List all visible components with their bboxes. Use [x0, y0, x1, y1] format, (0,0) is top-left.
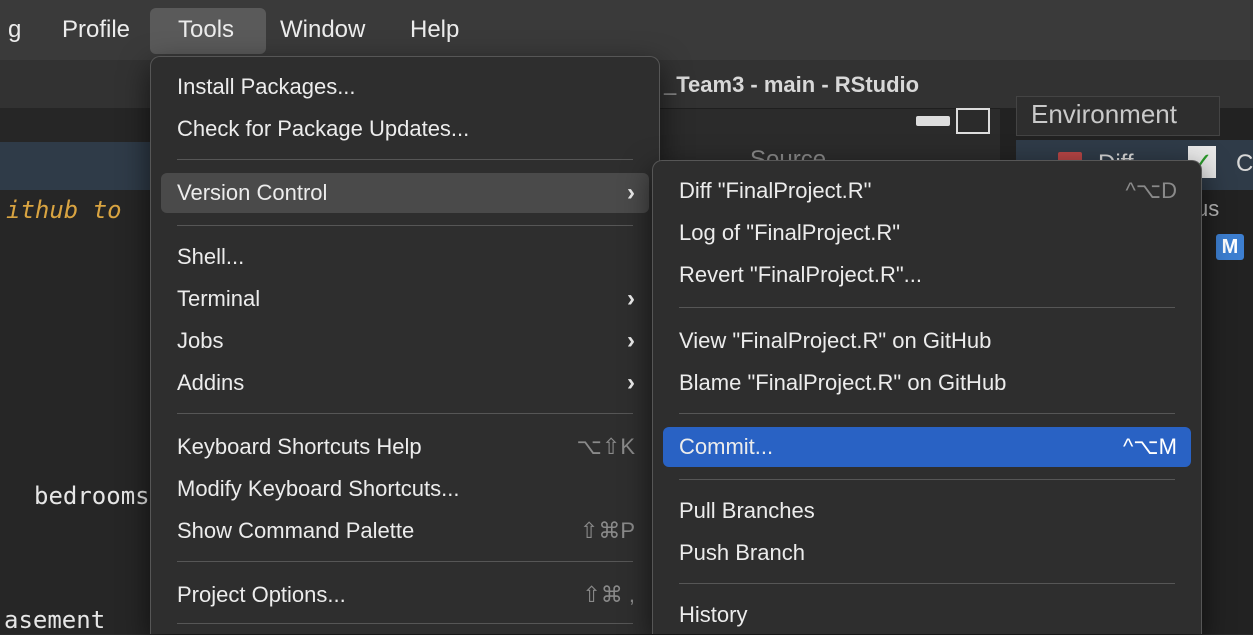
menu-separator — [679, 413, 1175, 414]
menu-item-label: Blame "FinalProject.R" on GitHub — [679, 370, 1007, 395]
menubar-item-profile[interactable]: Profile — [62, 0, 130, 56]
menu-item-jobs[interactable]: Jobs › — [161, 321, 649, 361]
menu-item-label: Log of "FinalProject.R" — [679, 220, 901, 245]
menu-bar: g Profile Tools Window Help — [0, 0, 1253, 60]
menu-item-shortcut: ^⌥D — [1125, 178, 1177, 203]
chevron-right-icon: › — [627, 369, 635, 396]
menu-item-history[interactable]: History — [663, 595, 1191, 635]
menu-separator — [177, 623, 633, 624]
menubar-item-debug[interactable]: g — [8, 0, 21, 56]
editor-toolbar — [0, 142, 150, 190]
menu-item-terminal[interactable]: Terminal › — [161, 279, 649, 319]
menu-item-show-command-palette[interactable]: Show Command Palette ⇧⌘P — [161, 511, 649, 551]
menu-item-push-branch[interactable]: Push Branch — [663, 533, 1191, 573]
menu-item-label: Terminal — [177, 286, 261, 311]
menu-separator — [177, 561, 633, 562]
maximize-pane-icon[interactable] — [956, 108, 990, 134]
menu-item-install-packages[interactable]: Install Packages... — [161, 67, 649, 107]
menu-item-label: Commit... — [679, 434, 774, 459]
menu-item-label: View "FinalProject.R" on GitHub — [679, 328, 992, 353]
menu-separator — [177, 225, 633, 226]
menu-item-diff[interactable]: Diff "FinalProject.R" ^⌥D — [663, 171, 1191, 211]
tab-environment[interactable]: Environment — [1016, 96, 1220, 136]
menu-item-label: Shell... — [177, 244, 245, 269]
menu-item-shortcut: ⇧⌘ , — [582, 582, 635, 607]
status-column-header: us — [1196, 196, 1220, 221]
chevron-right-icon: › — [627, 327, 635, 354]
menu-item-addins[interactable]: Addins › — [161, 363, 649, 403]
menu-item-keyboard-shortcuts-help[interactable]: Keyboard Shortcuts Help ⌥⇧K — [161, 427, 649, 467]
chevron-right-icon: › — [627, 285, 635, 312]
menu-separator — [679, 583, 1175, 584]
menu-item-label: Push Branch — [679, 540, 805, 565]
code-line-bedrooms: bedrooms — [34, 482, 150, 510]
menu-item-label: Pull Branches — [679, 498, 815, 523]
menubar-item-tools[interactable]: Tools — [178, 0, 234, 56]
menu-item-label: Addins — [177, 370, 245, 395]
menu-item-view-on-github[interactable]: View "FinalProject.R" on GitHub — [663, 321, 1191, 361]
menubar-item-help[interactable]: Help — [410, 0, 459, 56]
menu-item-check-package-updates[interactable]: Check for Package Updates... — [161, 109, 649, 149]
menu-item-commit[interactable]: Commit... ^⌥M — [663, 427, 1191, 467]
chevron-right-icon: › — [627, 179, 635, 206]
tools-menu: Install Packages... Check for Package Up… — [150, 56, 660, 634]
menu-item-shortcut: ⇧⌘P — [579, 518, 635, 543]
menu-item-label: Diff "FinalProject.R" — [679, 178, 872, 203]
menu-item-label: Keyboard Shortcuts Help — [177, 434, 422, 459]
menu-item-modify-keyboard-shortcuts[interactable]: Modify Keyboard Shortcuts... — [161, 469, 649, 509]
menu-item-project-options[interactable]: Project Options... ⇧⌘ , — [161, 575, 649, 615]
menu-item-pull-branches[interactable]: Pull Branches — [663, 491, 1191, 531]
code-line-basement: asement — [4, 606, 106, 634]
menu-item-label: History — [679, 602, 748, 627]
modified-badge: M — [1216, 234, 1244, 260]
menu-item-label: Revert "FinalProject.R"... — [679, 262, 923, 287]
menu-separator — [177, 159, 633, 160]
version-control-submenu: Diff "FinalProject.R" ^⌥D Log of "FinalP… — [652, 160, 1202, 634]
menu-item-label: Install Packages... — [177, 74, 356, 99]
menu-item-version-control[interactable]: Version Control › — [161, 173, 649, 213]
menu-separator — [679, 307, 1175, 308]
menu-item-shell[interactable]: Shell... — [161, 237, 649, 277]
menu-item-label: Show Command Palette — [177, 518, 415, 543]
menu-item-shortcut: ⌥⇧K — [576, 434, 635, 459]
menu-item-blame-on-github[interactable]: Blame "FinalProject.R" on GitHub — [663, 363, 1191, 403]
menu-item-label: Jobs — [177, 328, 224, 353]
menu-item-log[interactable]: Log of "FinalProject.R" — [663, 213, 1191, 253]
commit-button[interactable]: C — [1236, 150, 1253, 178]
menu-separator — [679, 479, 1175, 480]
window-title: _Team3 - main - RStudio — [664, 72, 920, 97]
menu-item-revert[interactable]: Revert "FinalProject.R"... — [663, 255, 1191, 295]
menu-item-label: Modify Keyboard Shortcuts... — [177, 476, 460, 501]
code-comment-line: ithub to — [6, 196, 122, 224]
menu-item-label: Check for Package Updates... — [177, 116, 470, 141]
menu-item-label: Version Control — [177, 180, 328, 205]
minimize-pane-icon[interactable] — [916, 116, 950, 126]
menu-separator — [177, 413, 633, 414]
menubar-item-window[interactable]: Window — [280, 0, 365, 56]
menu-item-shortcut: ^⌥M — [1122, 434, 1177, 459]
menu-item-label: Project Options... — [177, 582, 346, 607]
